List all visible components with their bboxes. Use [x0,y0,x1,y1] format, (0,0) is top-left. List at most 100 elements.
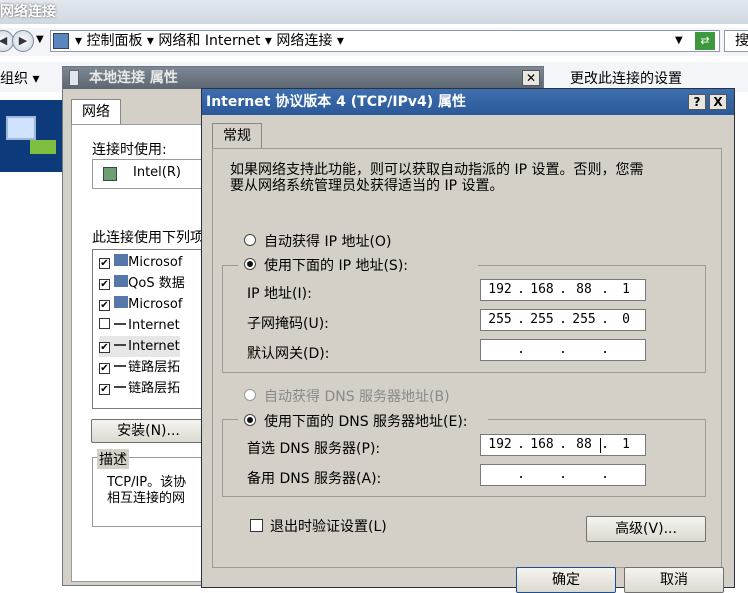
breadcrumb-control-panel[interactable]: 控制面板 [86,33,142,49]
adapter-icon [103,167,117,181]
protocol-icon [114,386,127,388]
mask-octet-4: 0 [622,312,630,327]
tab-network[interactable]: 网络 [71,99,121,125]
dns1-octet-2: 168 [530,437,554,452]
item-checkbox[interactable]: ✔ [99,258,110,269]
list-item[interactable]: Internet [99,315,180,336]
monitor-icon [6,116,36,140]
explorer-title: 网络连接 [0,4,56,20]
ip-octet-4: 1 [622,282,630,297]
explorer-title-bar: 网络连接 [0,0,748,24]
auto-ip-label: 自动获得 IP 地址(O) [264,234,392,250]
network-connection-icon[interactable] [0,100,62,172]
item-checkbox[interactable]: ✔ [99,384,110,395]
protocol-icon [114,323,127,325]
item-label: 链路层拓 [128,381,181,396]
list-item[interactable]: ✔ Microsof [99,294,182,315]
text-caret [600,438,601,453]
connect-using-label: 连接时使用: [92,142,167,158]
item-checkbox[interactable]: ✔ [99,342,110,353]
control-panel-icon [53,33,69,49]
service-icon [114,296,129,308]
items-label: 此连接使用下列项 [92,230,204,246]
preferred-dns-input[interactable]: 192 . 168 . 88 . 1 [480,434,646,456]
validate-checkbox[interactable] [250,519,263,532]
manual-ip-radio[interactable] [244,258,256,270]
service-icon [114,275,129,287]
adapter-box: Intel(R) [92,159,212,189]
ok-button[interactable]: 确定 [516,567,616,593]
item-checkbox[interactable] [99,318,110,329]
local-dialog-title-bar: 本地连接 属性 [63,67,543,89]
auto-dns-radio[interactable] [244,389,256,401]
adapter-name: Intel(R) [133,165,181,180]
auto-ip-radio[interactable] [244,234,256,246]
cable-icon [30,140,56,154]
forward-icon[interactable]: ▶ [12,30,34,52]
help-icon: ? [693,95,701,109]
close-button[interactable]: X [709,94,727,110]
cancel-button[interactable]: 取消 [624,567,724,593]
gateway-label: 默认网关(D): [247,346,330,362]
ipv4-dialog-title: Internet 协议版本 4 (TCP/IPv4) 属性 [206,94,466,110]
item-checkbox[interactable]: ✔ [99,300,110,311]
item-checkbox[interactable]: ✔ [99,279,110,290]
gateway-input[interactable]: . . . [480,339,646,361]
protocol-icon [114,344,127,346]
address-dropdown-icon[interactable]: ▼ [675,31,683,51]
item-label: Microsof [128,255,183,270]
preferred-dns-label: 首选 DNS 服务器(P): [247,441,381,457]
item-label: 链路层拓 [128,360,181,375]
ip-octet-2: 168 [530,282,554,297]
help-button[interactable]: ? [688,94,706,110]
breadcrumb-network-internet[interactable]: 网络和 Internet [158,33,260,49]
item-label: QoS 数据 [128,276,185,291]
client-icon [114,254,129,266]
organize-menu[interactable]: 组织 ▾ [0,68,39,88]
tab-general[interactable]: 常规 [212,123,262,149]
description-text-2: 相互连接的网 [107,491,186,506]
auto-dns-label: 自动获得 DNS 服务器地址(B) [264,389,450,405]
list-item[interactable]: ✔ 链路层拓 [99,378,180,399]
list-item[interactable]: ✔ QoS 数据 [99,273,185,294]
description-legend: 描述 [97,449,129,469]
search-input[interactable]: 搜 [724,30,748,52]
item-label: Microsof [128,297,183,312]
components-list[interactable]: ✔ Microsof ✔ QoS 数据 ✔ Microsof Internet … [92,249,207,409]
list-item[interactable]: ✔ 链路层拓 [99,357,180,378]
protocol-icon [114,365,127,367]
advanced-button[interactable]: 高级(V)... [586,516,706,542]
install-button[interactable]: 安装(N)... [91,419,206,443]
subnet-mask-label: 子网掩码(U): [247,316,329,332]
connection-icon [69,70,79,86]
manual-dns-radio[interactable] [244,414,256,426]
mask-octet-3: 255 [572,312,596,327]
local-dialog-close-button[interactable]: ✕ [522,70,540,86]
change-settings-link[interactable]: 更改此连接的设置 [570,68,682,88]
search-label: 搜 [735,33,748,49]
ip-address-input[interactable]: 192 . 168 . 88 . 1 [480,279,646,301]
list-item[interactable]: ✔ Microsof [99,252,182,273]
ip-octet-3: 88 [576,282,592,297]
mask-octet-2: 255 [530,312,554,327]
validate-label: 退出时验证设置(L) [270,519,387,535]
dns1-octet-3: 88 [576,437,592,452]
breadcrumb: ▾ 控制面板 ▾ 网络和 Internet ▾ 网络连接 ▾ [75,33,344,49]
local-dialog-title: 本地连接 属性 [89,70,178,86]
refresh-icon[interactable]: ⇄ [695,32,715,50]
item-checkbox[interactable]: ✔ [99,363,110,374]
breadcrumb-network-connections[interactable]: 网络连接 [276,33,332,49]
address-bar[interactable]: ▾ 控制面板 ▾ 网络和 Internet ▾ 网络连接 ▾ ▼ ⇄ [50,30,720,52]
mask-octet-1: 255 [488,312,512,327]
item-label: Internet [128,339,180,354]
alternate-dns-input[interactable]: . . . [480,464,646,486]
history-chevron-icon[interactable]: ▼ [36,34,44,45]
close-icon: X [713,95,723,109]
item-label: Internet [128,318,180,333]
dns1-octet-1: 192 [488,437,512,452]
organize-label: 组织 [0,71,28,87]
list-item-selected[interactable]: ✔ Internet [99,336,180,357]
subnet-mask-input[interactable]: 255 . 255 . 255 . 0 [480,309,646,331]
intro-text-2: 要从网络系统管理员处获得适当的 IP 设置。 [230,178,504,194]
ip-octet-1: 192 [488,282,512,297]
